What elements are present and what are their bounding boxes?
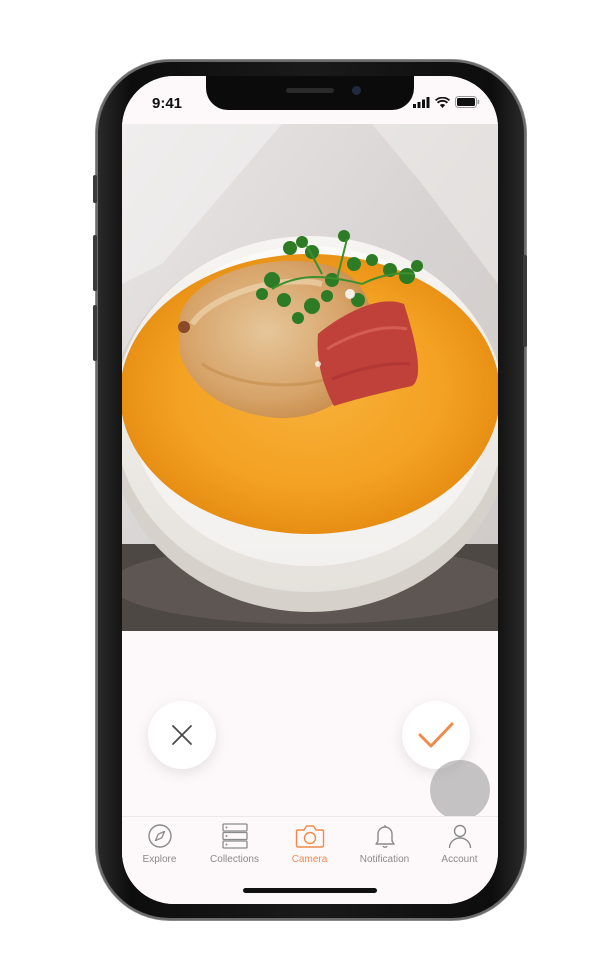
- wifi-icon: [435, 96, 450, 108]
- phone-screen: 9:41 Explore Collections Camera Notifica…: [122, 76, 498, 904]
- volume-up-button: [93, 235, 97, 291]
- user-icon: [448, 824, 471, 849]
- tab-camera-label: Camera: [291, 854, 328, 865]
- compass-icon: [147, 824, 172, 848]
- status-bar: 9:41: [122, 76, 498, 124]
- food-photo-image: [122, 124, 498, 631]
- captured-photo: [122, 124, 498, 631]
- camera-icon: [295, 825, 324, 848]
- collections-icon: [221, 823, 248, 849]
- confirm-button[interactable]: [402, 701, 470, 769]
- tab-notification[interactable]: Notification: [347, 823, 422, 873]
- tab-notification-label: Notification: [359, 854, 410, 865]
- tab-explore[interactable]: Explore: [122, 823, 197, 873]
- battery-icon: [455, 96, 480, 108]
- power-button: [523, 255, 527, 347]
- tab-collections-label: Collections: [210, 854, 259, 865]
- checkmark-icon: [418, 722, 454, 748]
- status-icons: [413, 96, 480, 108]
- tab-collections[interactable]: Collections: [197, 823, 272, 873]
- notch: [206, 76, 414, 110]
- tab-explore-label: Explore: [142, 854, 177, 865]
- volume-down-button: [93, 305, 97, 361]
- cellular-signal-icon: [413, 96, 430, 108]
- speaker-grille: [286, 88, 334, 93]
- tab-account[interactable]: Account: [422, 823, 497, 873]
- bell-icon: [374, 825, 395, 848]
- tab-account-label: Account: [441, 854, 478, 865]
- silent-switch: [93, 175, 97, 203]
- close-icon: [172, 725, 192, 745]
- home-indicator[interactable]: [243, 888, 377, 893]
- touch-indicator: [430, 760, 490, 820]
- tab-camera[interactable]: Camera: [272, 823, 347, 873]
- status-time: 9:41: [152, 95, 183, 112]
- discard-button[interactable]: [148, 701, 216, 769]
- front-camera: [352, 86, 361, 95]
